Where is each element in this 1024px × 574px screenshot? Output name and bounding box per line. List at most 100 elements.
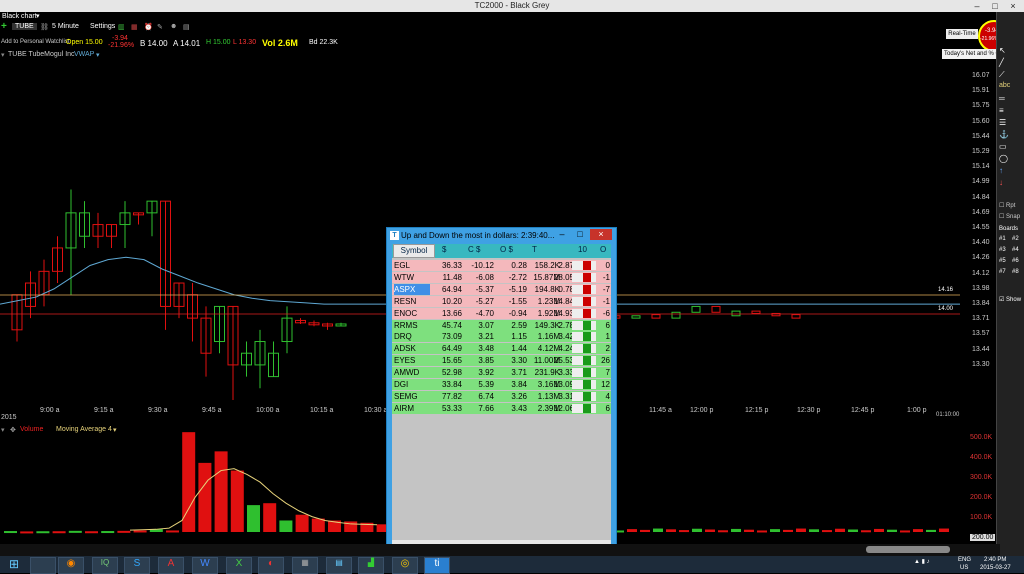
- firefox-icon[interactable]: ◉: [58, 557, 84, 574]
- board-item[interactable]: #2: [1012, 236, 1019, 242]
- scan-popup-window[interactable]: T Up and Down the most in dollars: 2:39:…: [386, 227, 617, 557]
- app-icon-blue[interactable]: ▤: [326, 557, 352, 574]
- app-icon-gray[interactable]: ▦: [292, 557, 318, 574]
- scan-row[interactable]: EGL 36.33 -10.12 0.28 158.2K 2.87 0: [392, 260, 611, 271]
- scan-row[interactable]: AIRM 53.33 7.66 3.43 2.39M 12.06 6: [392, 402, 611, 414]
- scan-row[interactable]: WTW 11.48 -6.08 -2.72 15.87M 28.05 -1: [392, 271, 611, 283]
- scan-row[interactable]: EYES 15.65 3.85 3.30 11.00M 25.53 26: [392, 355, 611, 367]
- column-header-10[interactable]: 10: [578, 245, 587, 257]
- channel-icon[interactable]: ≡: [999, 106, 1023, 117]
- column-header-open-change[interactable]: O $: [500, 245, 513, 257]
- column-header-symbol[interactable]: Symbol: [393, 244, 435, 258]
- board-item[interactable]: #4: [1012, 247, 1019, 253]
- grid-icon[interactable]: ▤: [183, 23, 190, 31]
- link-icon[interactable]: ⛓: [40, 23, 49, 31]
- scan-row[interactable]: RRMS 45.74 3.07 2.59 149.3K 2.78 6: [392, 319, 611, 331]
- excel-icon[interactable]: X: [226, 557, 252, 574]
- layout-menu[interactable]: Black chart: [2, 13, 37, 20]
- fib-icon[interactable]: ☰: [999, 118, 1023, 129]
- scan-row[interactable]: ASPX 64.94 -5.37 -5.19 194.8K 0.78 -7: [392, 283, 611, 295]
- text-tool-icon[interactable]: abc: [999, 82, 1023, 93]
- settings-button[interactable]: Settings: [90, 23, 115, 30]
- horizontal-line-icon[interactable]: ═: [999, 94, 1023, 105]
- board-item[interactable]: #3: [999, 247, 1006, 253]
- symbol-field[interactable]: TUBE: [12, 23, 37, 30]
- watchlist-link[interactable]: Add to Personal Watchlist: [1, 39, 69, 45]
- price-tick-label: 14.84: [972, 193, 990, 201]
- realtime-button[interactable]: Real-Time: [946, 29, 978, 39]
- volume-bar: [666, 529, 676, 532]
- row-indicator: [572, 296, 596, 306]
- start-button[interactable]: ⊞: [2, 557, 26, 572]
- scan-row[interactable]: AMWD 52.98 3.92 3.71 231.9K 3.33 7: [392, 367, 611, 379]
- snap-checkbox[interactable]: ☐ Snap: [999, 213, 1023, 224]
- tray-icons[interactable]: ▲ ▮ ♪: [914, 558, 930, 565]
- vwap-label[interactable]: VWAP: [74, 51, 94, 58]
- scan-row[interactable]: DGI 33.84 5.39 3.84 3.16M 13.09 12: [392, 379, 611, 390]
- column-header-change[interactable]: C $: [468, 245, 480, 257]
- board-item[interactable]: #6: [1012, 258, 1019, 264]
- skype-icon[interactable]: S: [124, 557, 150, 574]
- chart-scrollbar[interactable]: [0, 544, 1000, 556]
- price-axis: 16.07 15.91 15.75 15.60 15.44 15.29 15.14 14.99…: [960, 62, 996, 422]
- add-icon[interactable]: +: [1, 21, 7, 32]
- board-item[interactable]: #1: [999, 236, 1006, 242]
- rpt-checkbox[interactable]: ☐ Rpt: [999, 202, 1023, 213]
- scan-row[interactable]: ADSK 64.49 3.48 1.44 4.12M 4.24 2: [392, 343, 611, 355]
- row-cell: -10.12: [471, 261, 494, 270]
- popup-close-button[interactable]: ×: [590, 229, 612, 240]
- cursor-icon[interactable]: ↖: [999, 46, 1023, 57]
- language-label[interactable]: ENG: [958, 557, 971, 563]
- arrow-up-icon[interactable]: ↑: [999, 166, 1023, 177]
- marker-icon[interactable]: ⚓: [999, 130, 1023, 141]
- trendline-icon[interactable]: ⟋: [999, 70, 1023, 81]
- board-item[interactable]: #8: [1012, 269, 1019, 275]
- line-tool-icon[interactable]: ╱: [999, 58, 1023, 69]
- chart-symbol-label[interactable]: TUBE TubeMogul Inc: [8, 51, 75, 58]
- chart-icon[interactable]: ▥: [118, 23, 125, 31]
- close-button[interactable]: ×: [1004, 0, 1022, 12]
- chevron-down-icon[interactable]: ▾: [36, 12, 40, 20]
- tc2000-icon[interactable]: ▟: [358, 557, 384, 574]
- alarm-icon[interactable]: ⏰: [144, 23, 153, 31]
- popup-maximize-button[interactable]: □: [571, 229, 589, 240]
- people-icon[interactable]: ☻: [170, 23, 177, 30]
- tc-app-icon[interactable]: ti: [424, 557, 450, 574]
- interval-dropdown[interactable]: 5 Minute: [52, 23, 79, 30]
- column-header-price[interactable]: $: [442, 245, 446, 257]
- taskbar-app-1[interactable]: [30, 557, 56, 574]
- iq-app-icon[interactable]: IQ: [92, 557, 118, 574]
- row-cell: 2: [605, 344, 610, 354]
- calendar-icon[interactable]: ▦: [131, 23, 138, 31]
- volume-bar: [101, 531, 115, 534]
- word-icon[interactable]: W: [192, 557, 218, 574]
- scan-row[interactable]: ENOC 13.66 -4.70 -0.94 1.92M 14.93 -6: [392, 307, 611, 319]
- row-cell: 7.66: [478, 403, 494, 413]
- volume-tick-label: 300.0K: [970, 474, 993, 481]
- scan-row[interactable]: DRQ 73.09 3.21 1.15 1.16M 3.42 1: [392, 331, 611, 343]
- volume-bar: [4, 531, 17, 534]
- chevron-down-icon[interactable]: ▾: [96, 51, 100, 59]
- rectangle-icon[interactable]: ▭: [999, 142, 1023, 153]
- clock-time[interactable]: 2:40 PM: [984, 557, 1006, 563]
- scan-row[interactable]: RESN 10.20 -5.27 -1.55 1.23M 14.84 -1: [392, 295, 611, 307]
- maximize-button[interactable]: □: [986, 0, 1004, 12]
- row-indicator: [572, 320, 596, 330]
- ellipse-icon[interactable]: ◯: [999, 154, 1023, 165]
- collapse-icon[interactable]: ▾: [1, 51, 5, 59]
- pdf-icon[interactable]: A: [158, 557, 184, 574]
- board-item[interactable]: #7: [999, 269, 1006, 275]
- bid-size: Bd 22.3K: [309, 39, 338, 46]
- minimize-button[interactable]: –: [968, 0, 986, 12]
- board-item[interactable]: #5: [999, 258, 1006, 264]
- scan-row[interactable]: SEMG 77.82 6.74 3.26 1.13M 3.31 4: [392, 390, 611, 402]
- arrow-down-icon[interactable]: ↓: [999, 178, 1023, 189]
- chrome-icon[interactable]: ◎: [392, 557, 418, 574]
- draw-icon[interactable]: ✎: [157, 23, 163, 31]
- column-header-o[interactable]: O: [600, 245, 606, 257]
- show-checkbox[interactable]: ☑ Show: [999, 296, 1023, 307]
- column-header-volume[interactable]: T: [532, 245, 537, 257]
- app-icon-red[interactable]: ◐: [258, 557, 284, 574]
- popup-minimize-button[interactable]: –: [553, 229, 571, 240]
- scrollbar-thumb[interactable]: [866, 546, 950, 553]
